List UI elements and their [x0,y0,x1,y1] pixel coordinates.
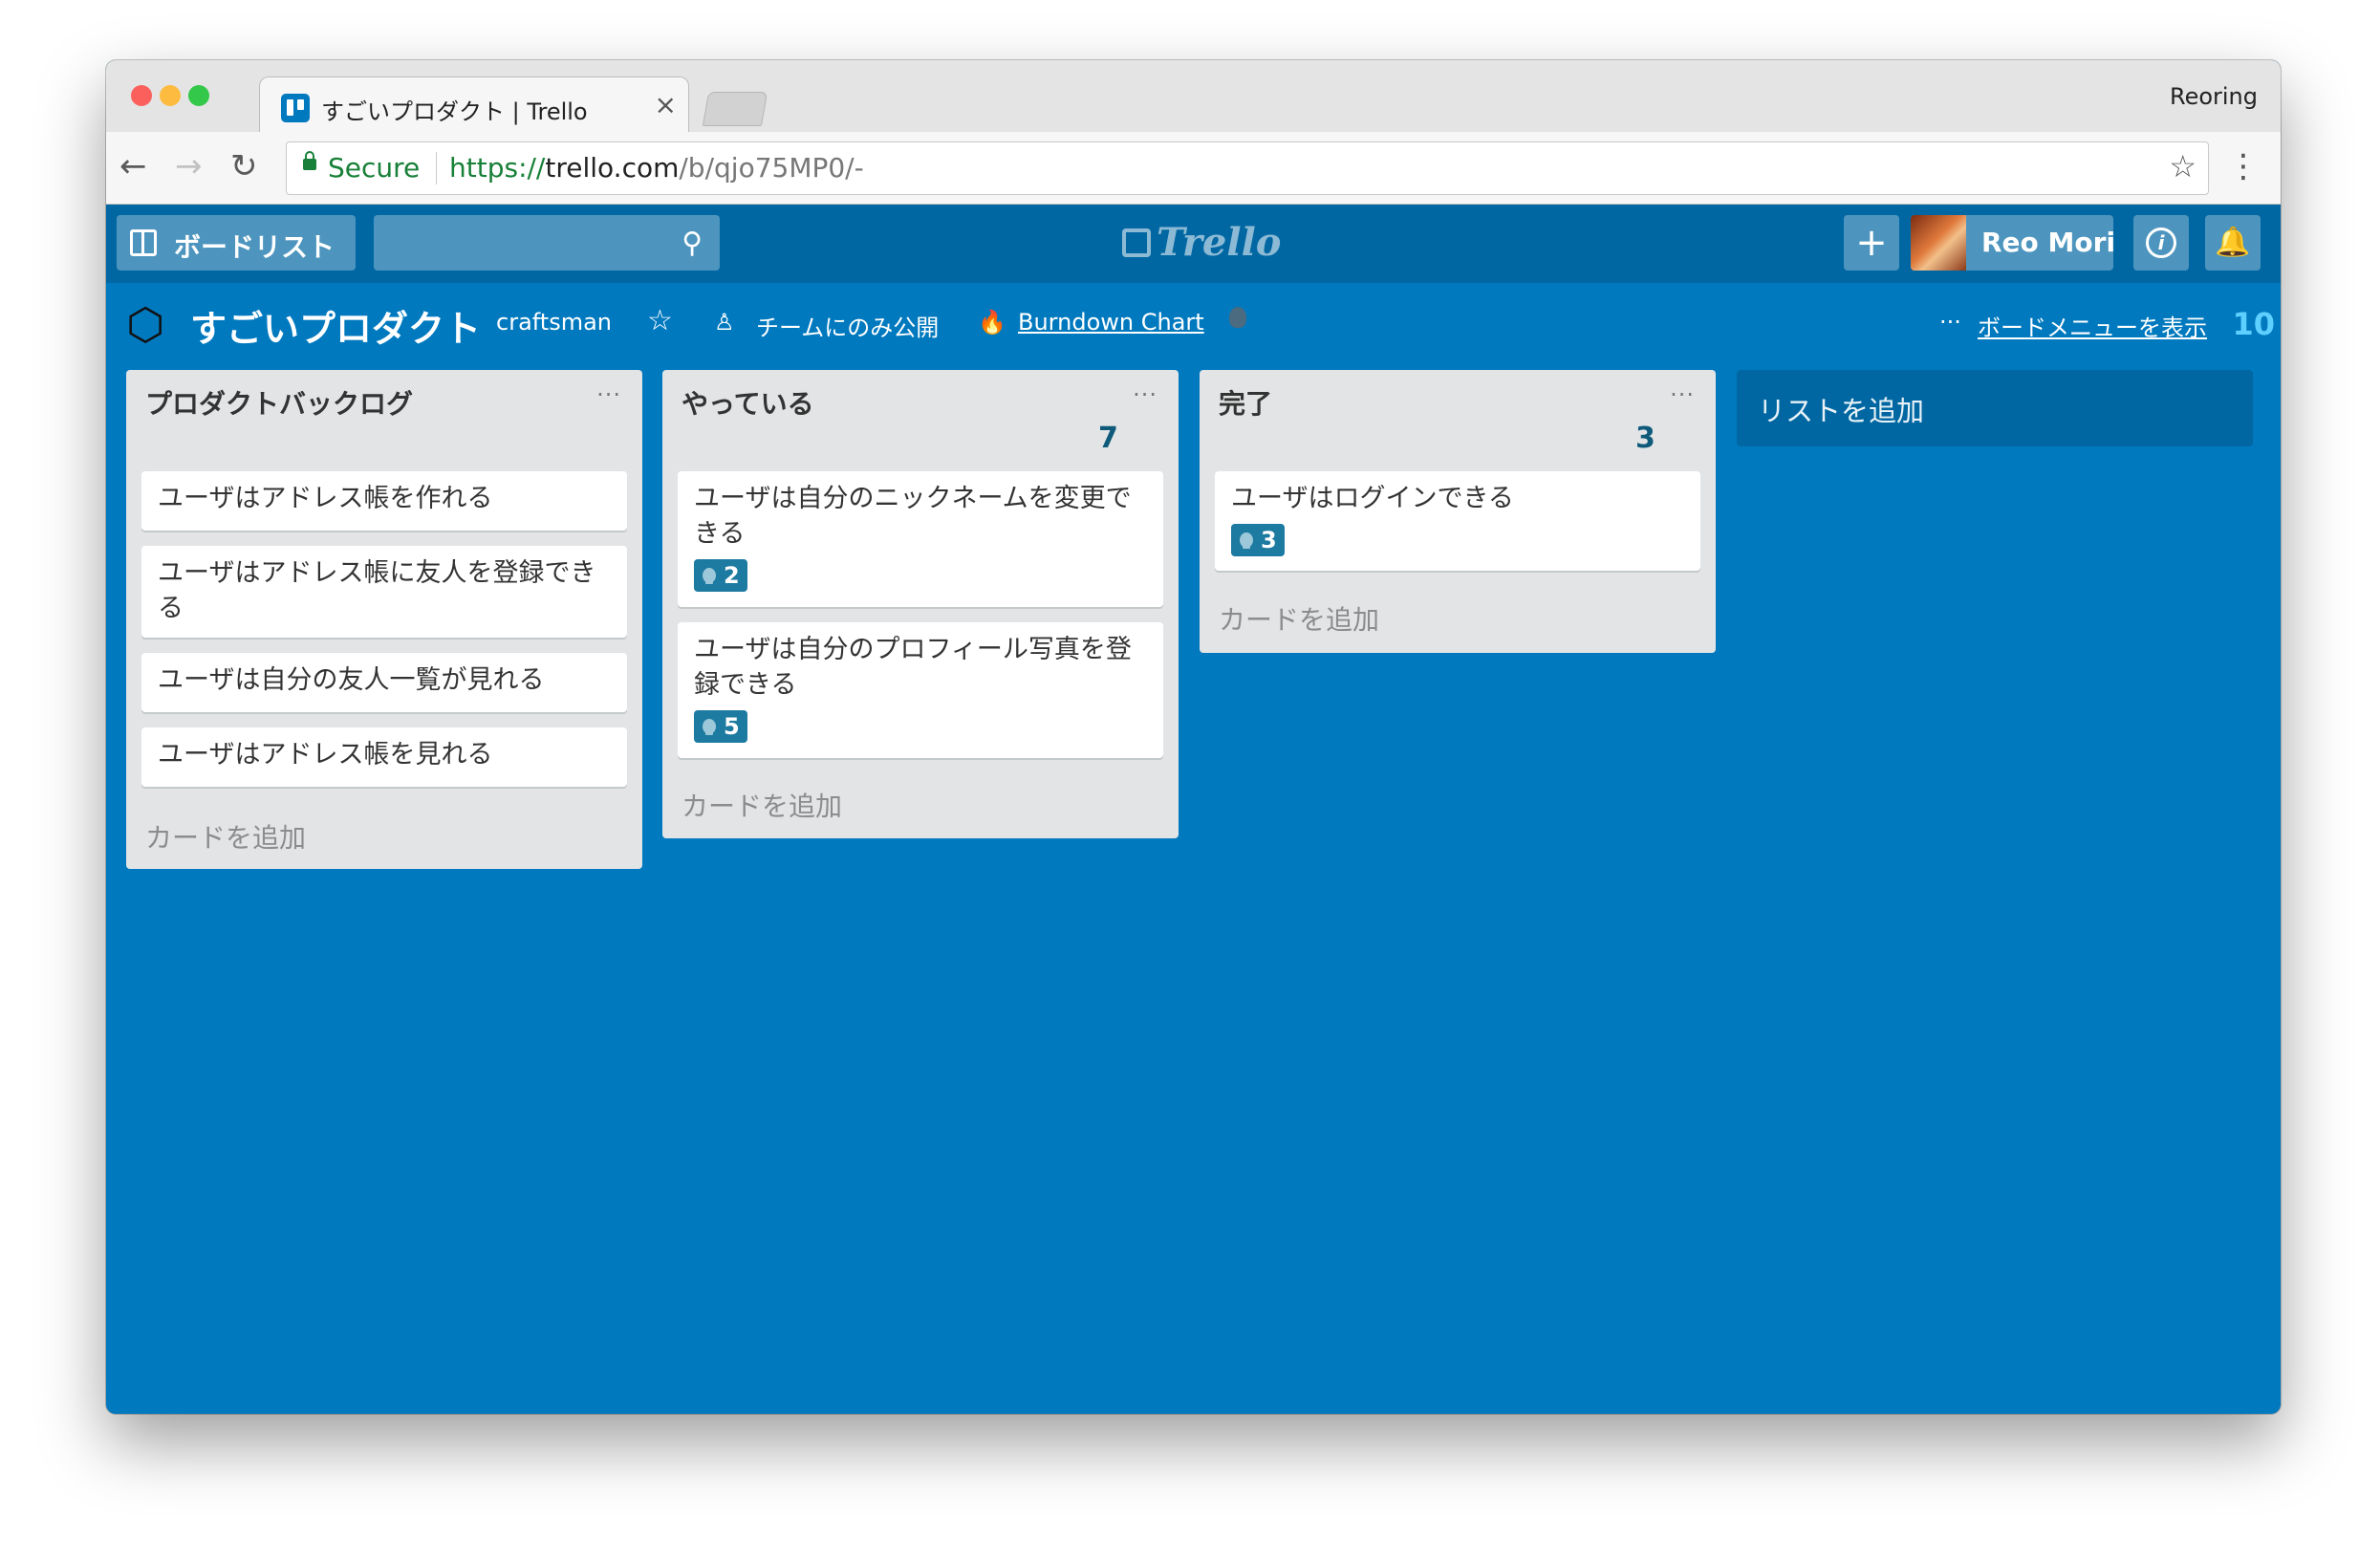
list-card[interactable]: ユーザはアドレス帳を見れる [141,727,627,787]
address-divider [436,152,437,184]
menu-dots-icon: ··· [1939,309,1961,336]
trello-header: ボードリスト ⚲ Trello + Reo Mori i 🔔 [106,205,2281,283]
trello-logo[interactable]: Trello [1122,220,1281,265]
user-name: Reo Mori [1981,227,2116,258]
list-product-backlog: プロダクトバックログ ··· ユーザはアドレス帳を作れる ユーザはアドレス帳に友… [126,370,642,869]
bulb-icon [703,568,716,584]
boards-button[interactable]: ボードリスト [117,215,356,271]
tab-title: すごいプロダクト | Trello [321,98,588,125]
card-title: ユーザは自分のニックネームを変更できる [694,484,1132,549]
card-title: ユーザは自分の友人一覧が見れる [158,665,545,695]
board-menu-link[interactable]: ボードメニューを表示 [1978,309,2207,342]
zoom-window-button[interactable] [188,85,209,106]
boards-icon [130,229,157,256]
add-card-button[interactable]: カードを追加 [145,817,306,856]
search-icon[interactable]: ⚲ [682,227,703,260]
list-menu-icon[interactable]: ··· [596,381,621,408]
trello-favicon-icon [281,94,310,122]
badge-count: 3 [1261,527,1277,553]
list-done: 完了 ··· 3 ユーザはログインできる 3 カードを追加 [1200,370,1716,653]
new-tab-button[interactable] [702,92,768,126]
list-card[interactable]: ユーザはアドレス帳を作れる [141,471,627,531]
address-bar[interactable]: Secure https://trello.com/b/qjo75MP0/- ☆ [286,141,2209,195]
lock-icon [303,151,316,170]
board-card-count: 10 [2232,306,2275,342]
team-name[interactable]: craftsman [496,309,612,336]
bulb-icon [1240,532,1253,549]
visibility-button[interactable]: チームにのみ公開 [756,309,939,342]
reload-icon[interactable]: ↻ [230,147,258,185]
burndown-chart-link[interactable]: Burndown Chart [1018,309,1204,336]
list-card[interactable]: ユーザは自分のプロフィール写真を登録できる 5 [678,622,1163,758]
card-title: ユーザはアドレス帳を作れる [158,484,493,513]
trello-logo-text: Trello [1157,220,1282,265]
star-icon[interactable]: ☆ [647,304,673,337]
list-card[interactable]: ユーザは自分のニックネームを変更できる 2 [678,471,1163,607]
tab-close-icon[interactable]: × [655,89,677,120]
card-title: ユーザはアドレス帳を見れる [158,740,493,770]
list-card[interactable]: ユーザは自分の友人一覧が見れる [141,653,627,712]
hexagon-icon: ⬡ [126,298,165,350]
bell-icon: 🔔 [2215,226,2251,259]
info-icon: i [2146,228,2176,258]
plus-icon: + [1855,221,1888,265]
list-card[interactable]: ユーザはログインできる 3 [1215,471,1700,571]
powerup-icon[interactable] [1229,307,1246,328]
bulb-icon [703,719,716,735]
list-title[interactable]: 完了 [1219,383,1272,422]
add-card-button[interactable]: カードを追加 [682,786,842,824]
avatar [1911,215,1966,271]
list-card-count: 7 [1098,422,1118,455]
visibility-icon: ♙ [714,309,735,336]
badge-count: 2 [724,562,740,589]
profile-name[interactable]: Reoring [2170,83,2258,110]
card-title: ユーザは自分のプロフィール写真を登録できる [694,635,1132,700]
secure-label: Secure [328,152,421,184]
forward-icon[interactable]: → [175,147,203,185]
member-menu-button[interactable]: Reo Mori [1911,215,2116,271]
card-title: ユーザはアドレス帳に友人を登録できる [158,558,596,623]
trello-logo-icon [1122,228,1151,257]
browser-window: すごいプロダクト | Trello × Reoring ← → ↻ Secure… [106,60,2281,1414]
board-header: ⬡ すごいプロダクト craftsman ☆ ♙ チームにのみ公開 🔥 Burn… [106,283,2281,359]
list-card[interactable]: ユーザはアドレス帳に友人を登録できる [141,546,627,638]
list-menu-icon[interactable]: ··· [1670,381,1695,408]
url-text[interactable]: https://trello.com/b/qjo75MP0/- [449,152,864,184]
fire-icon: 🔥 [978,309,1006,336]
close-window-button[interactable] [131,85,152,106]
card-badge: 3 [1231,524,1285,556]
notifications-button[interactable]: 🔔 [2205,215,2261,271]
back-icon[interactable]: ← [119,147,147,185]
list-title[interactable]: やっている [682,383,814,422]
browser-menu-icon[interactable]: ⋮ [2227,147,2260,185]
list-doing: やっている ··· 7 ユーザは自分のニックネームを変更できる 2 ユーザは自分… [662,370,1179,838]
url-host: trello.com [545,152,680,184]
minimize-window-button[interactable] [160,85,181,106]
card-title: ユーザはログインできる [1231,484,1514,513]
browser-tab[interactable]: すごいプロダクト | Trello × [259,76,689,135]
card-badge: 2 [694,559,747,592]
board-title[interactable]: すごいプロダクト [190,299,481,352]
bookmark-star-icon[interactable]: ☆ [2169,148,2196,184]
search-input[interactable]: ⚲ [374,215,720,271]
badge-count: 5 [724,713,740,740]
add-button[interactable]: + [1844,215,1899,271]
browser-toolbar: ← → ↻ Secure https://trello.com/b/qjo75M… [106,132,2281,205]
list-card-count: 3 [1635,422,1655,455]
card-badge: 5 [694,710,747,743]
tab-bar: すごいプロダクト | Trello × Reoring [106,60,2281,135]
add-list-label: リストを追加 [1758,395,1925,427]
list-title[interactable]: プロダクトバックログ [145,383,413,422]
url-scheme: https:// [449,152,546,184]
boards-label: ボードリスト [174,231,335,263]
list-menu-icon[interactable]: ··· [1133,381,1158,408]
info-button[interactable]: i [2133,215,2189,271]
add-list-button[interactable]: リストを追加 [1737,370,2253,446]
url-path: /b/qjo75MP0/- [679,152,864,184]
add-card-button[interactable]: カードを追加 [1219,599,1379,638]
